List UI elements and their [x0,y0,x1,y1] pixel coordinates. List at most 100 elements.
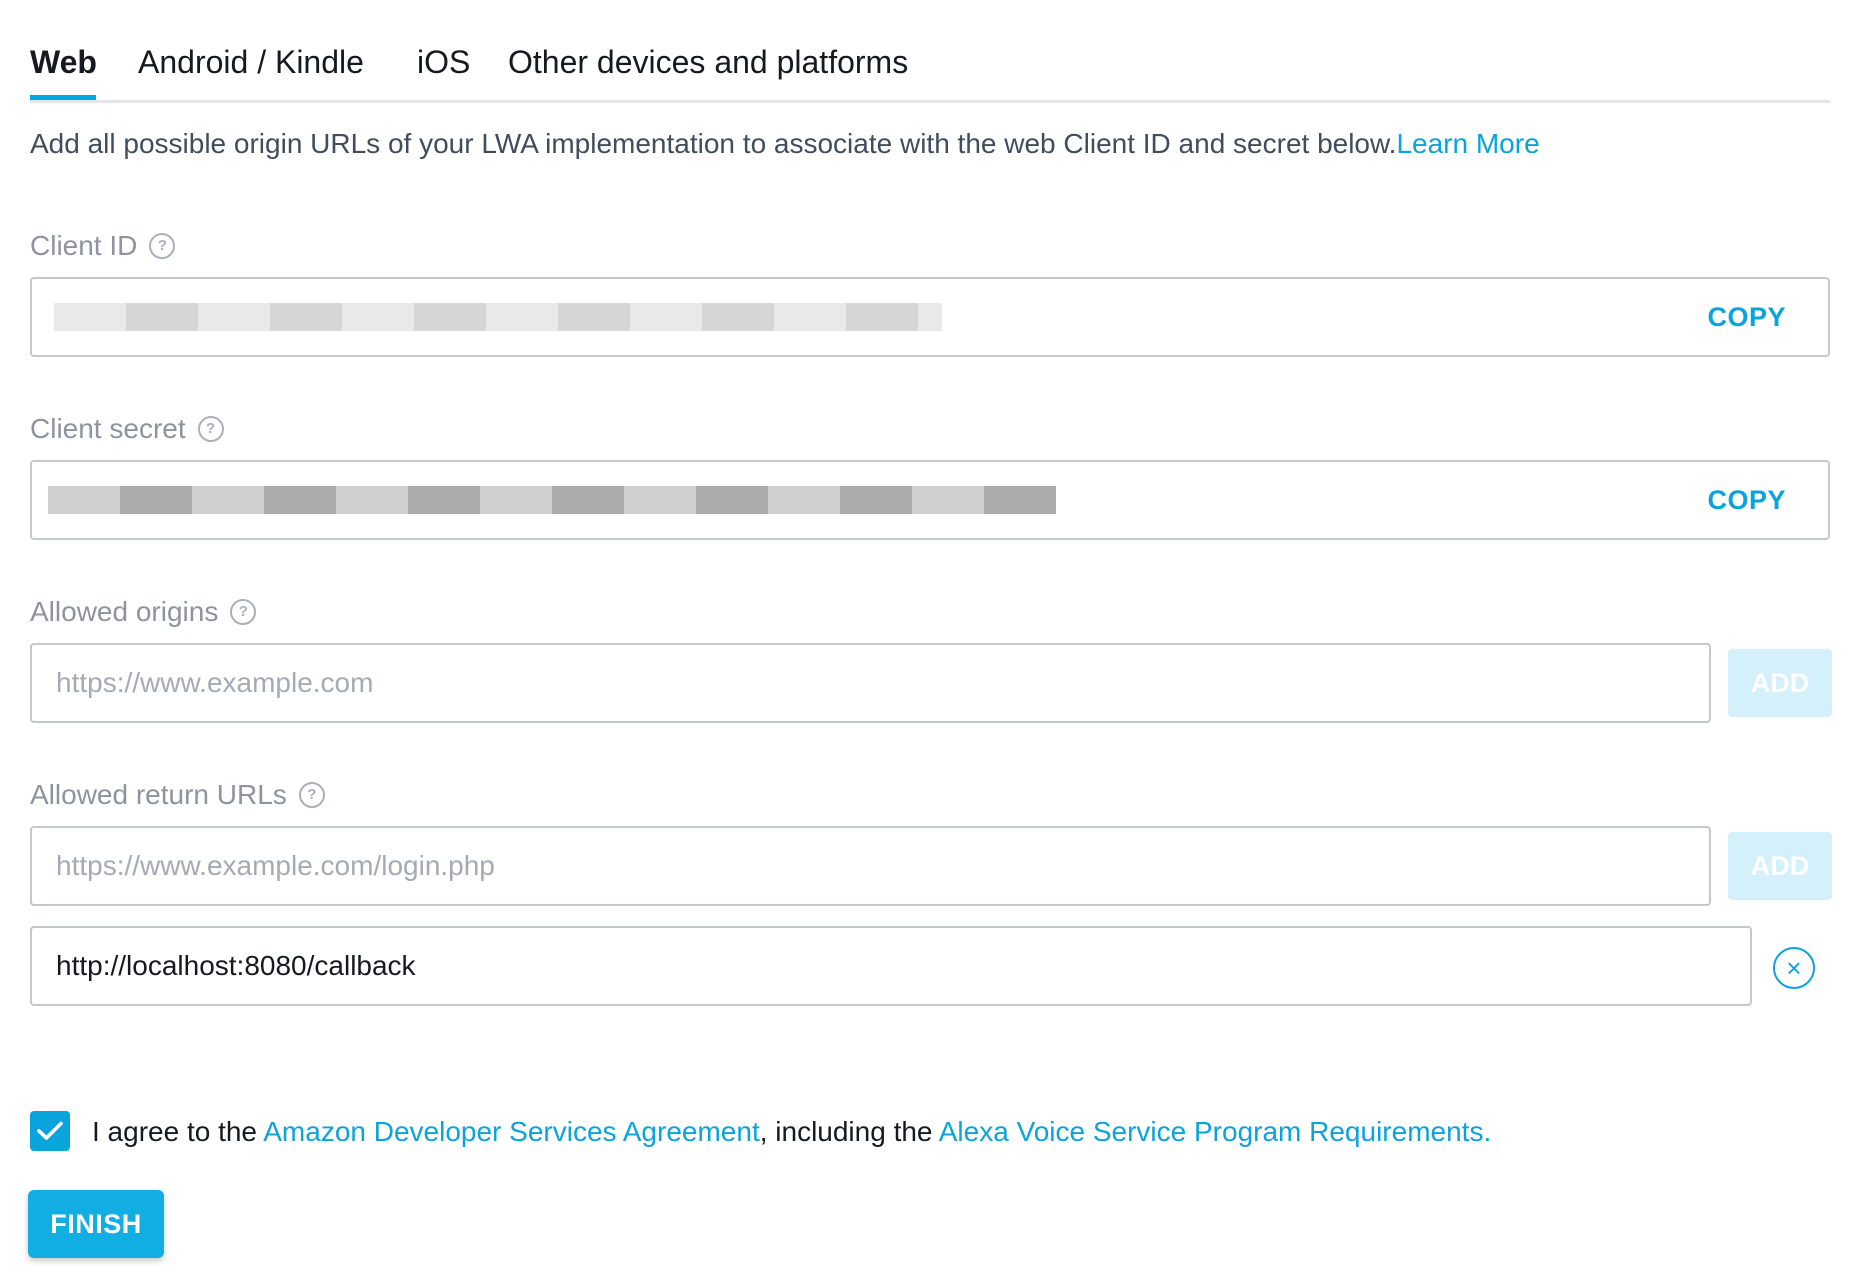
agreement-checkbox[interactable] [30,1111,70,1151]
redaction-block [96,486,120,514]
redaction-block [462,303,486,331]
redaction-block [72,486,96,514]
redaction-block [414,303,438,331]
redaction-block [510,303,534,331]
redaction-block [750,303,774,331]
help-icon[interactable]: ? [298,782,325,808]
redaction-block [198,303,222,331]
redaction-block [384,486,408,514]
redaction-block [222,303,246,331]
redaction-block [888,486,912,514]
redaction-block [630,303,654,331]
agreement-prefix: I agree to the [92,1116,264,1147]
close-icon: × [1786,953,1802,983]
redaction-block [726,303,750,331]
active-tab-indicator [30,95,96,100]
redaction-block [624,486,648,514]
redaction-block [864,486,888,514]
redaction-block [792,486,816,514]
allowed-origins-label: Allowed origins ? [30,594,257,630]
allowed-return-urls-label: Allowed return URLs ? [30,777,325,813]
redaction-block [702,303,726,331]
redaction-block [1032,486,1056,514]
redaction-block [54,303,78,331]
redaction-block [504,486,528,514]
tab-web[interactable]: Web [30,42,97,82]
add-return-url-button[interactable]: ADD [1728,832,1832,900]
redaction-block [456,486,480,514]
help-icon[interactable]: ? [230,599,257,625]
intro-description: Add all possible origin URLs of your LWA… [30,128,1397,159]
redaction-block [216,486,240,514]
agreement-text: I agree to the Amazon Developer Services… [92,1114,1491,1150]
copy-client-secret-button[interactable]: COPY [1707,482,1786,518]
checkmark-icon [37,1121,63,1140]
redaction-block [720,486,744,514]
client-id-field[interactable]: COPY [30,277,1830,357]
redaction-block [552,486,576,514]
redaction-block [774,303,798,331]
redaction-block [390,303,414,331]
client-secret-label-text: Client secret [30,413,186,444]
client-secret-redacted-value [48,486,1056,514]
client-secret-label: Client secret ? [30,411,224,447]
redaction-block [678,303,702,331]
allowed-return-urls-input[interactable] [56,828,1656,904]
learn-more-link[interactable]: Learn More [1396,128,1539,159]
redaction-block [960,486,984,514]
redaction-block [984,486,1008,514]
redaction-block [120,486,144,514]
allowed-origins-input[interactable] [56,645,1656,721]
agreement-middle: , including the [759,1116,939,1147]
developer-services-agreement-link[interactable]: Amazon Developer Services Agreement [263,1116,759,1147]
redaction-block [264,486,288,514]
redaction-block [648,486,672,514]
redaction-block [1008,486,1032,514]
allowed-origins-field [30,643,1711,723]
redaction-block [438,303,462,331]
client-id-label-text: Client ID [30,230,138,261]
return-url-entry-input[interactable] [56,928,1656,1004]
redaction-block [480,486,504,514]
redaction-block [582,303,606,331]
copy-client-id-button[interactable]: COPY [1707,299,1786,335]
redaction-block [822,303,846,331]
redaction-block [360,486,384,514]
client-secret-field[interactable]: COPY [30,460,1830,540]
add-origin-button[interactable]: ADD [1728,649,1832,717]
redaction-block [744,486,768,514]
redaction-block [528,486,552,514]
redaction-block [336,486,360,514]
platform-tabs: Web Android / Kindle iOS Other devices a… [30,0,1830,103]
redaction-block [486,303,510,331]
redaction-block [408,486,432,514]
redaction-block [144,486,168,514]
redaction-block [798,303,822,331]
redaction-block [846,303,870,331]
tab-android-kindle[interactable]: Android / Kindle [138,42,364,82]
tab-other-devices[interactable]: Other devices and platforms [508,42,908,82]
redaction-block [366,303,390,331]
redaction-block [78,303,102,331]
allowed-return-urls-field [30,826,1711,906]
redaction-block [840,486,864,514]
redaction-block [600,486,624,514]
finish-button[interactable]: FINISH [28,1190,164,1258]
client-id-label: Client ID ? [30,228,176,264]
redaction-block [870,303,894,331]
allowed-return-urls-label-text: Allowed return URLs [30,779,287,810]
tab-ios[interactable]: iOS [417,42,470,82]
help-icon[interactable]: ? [149,233,176,259]
redaction-block [318,303,342,331]
redaction-block [270,303,294,331]
remove-return-url-button[interactable]: × [1773,947,1815,989]
redaction-block [150,303,174,331]
redaction-block [246,303,270,331]
help-icon[interactable]: ? [197,416,224,442]
avs-program-requirements-link[interactable]: Alexa Voice Service Program Requirements… [939,1116,1491,1147]
redaction-block [918,303,942,331]
redaction-block [192,486,216,514]
redaction-block [174,303,198,331]
redaction-block [102,303,126,331]
redaction-block [312,486,336,514]
